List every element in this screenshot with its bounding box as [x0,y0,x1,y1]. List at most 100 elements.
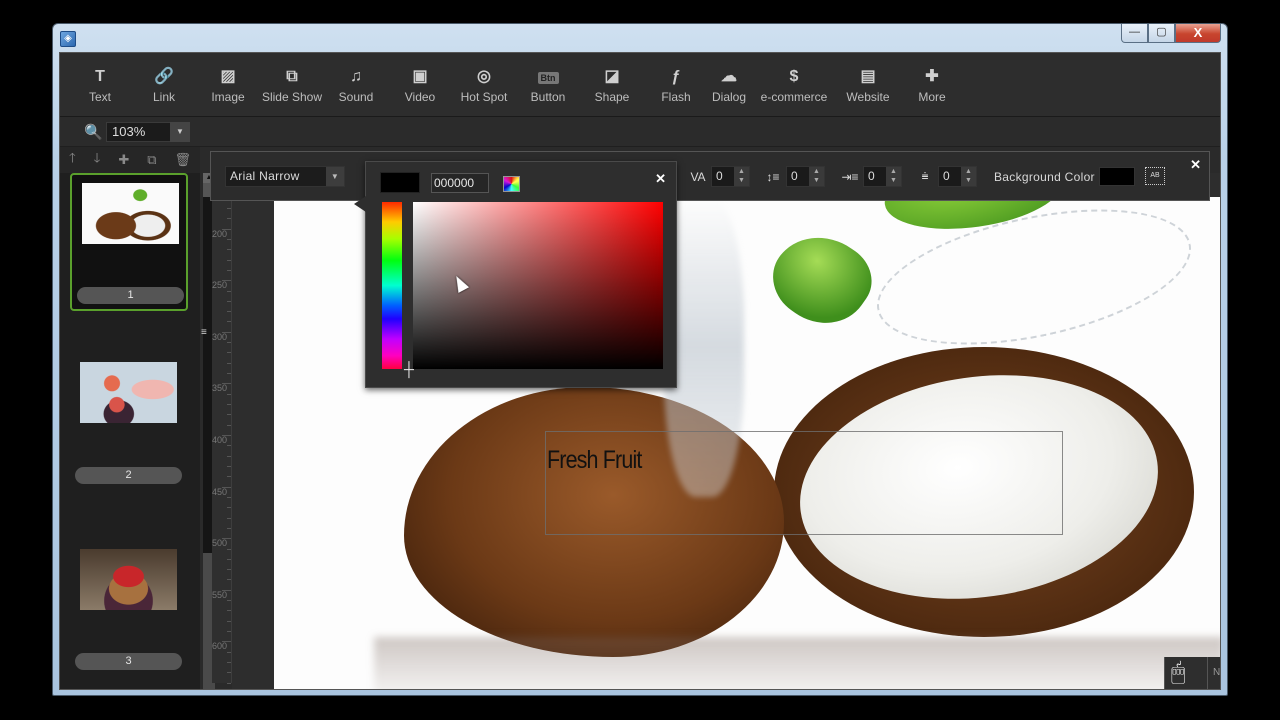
close-toolbar-icon[interactable]: ✕ [1190,157,1201,173]
saturation-value-field[interactable] [413,202,663,369]
color-crosshair-icon[interactable]: ┼ [404,362,414,376]
ruler-tick [222,589,231,591]
ribbon-more-button[interactable]: ✚ More [892,53,972,117]
ruler-tick [227,672,231,674]
hex-color-input[interactable]: 000000 [431,173,489,193]
move-down-icon[interactable]: 🡓 [94,149,101,171]
slide-number-label: 1 [77,287,184,304]
ruler-tick [222,641,231,643]
ruler-tick [222,331,231,333]
ruler-tick [227,610,231,612]
ruler-tick [227,414,231,416]
slide-1-image [82,183,179,244]
ruler-label: 200 [212,228,228,239]
ribbon-item-label: Text [88,90,111,104]
stepper-buttons[interactable]: ▲ ▼ [734,167,749,186]
ruler-tick [227,507,231,509]
stepper-down-icon[interactable]: ▼ [961,176,976,185]
textbox-fit-icon[interactable]: AB [1145,167,1165,185]
ribbon-item-label: Button [530,90,566,104]
ruler-tick [222,280,231,282]
stepper-up-icon[interactable]: ▲ [886,167,901,176]
line-spacing-input[interactable]: 0 ▲ ▼ [786,166,825,187]
add-slide-icon[interactable]: ✚ [118,152,129,168]
slide-thumbnail-2[interactable]: 2 [70,347,188,487]
ruler-tick [227,579,231,581]
ribbon-item-label: Image [211,90,245,104]
link-icon: 🔗 [154,68,174,85]
ruler-tick [227,393,231,395]
close-picker-icon[interactable]: ✕ [655,171,666,187]
text-box[interactable]: Fresh Fruit [545,431,1063,535]
maximize-button[interactable]: ▢ [1148,24,1175,43]
stepper-up-icon[interactable]: ▲ [961,167,976,176]
slide-number-label: 2 [75,467,182,484]
stepper-up-icon[interactable]: ▲ [734,167,749,176]
window-controls: — ▢ X [1121,24,1221,44]
zoom-bar: 🔍 103% ▼ [60,117,1220,147]
ruler-label: 450 [212,486,228,497]
ribbon-e-commerce-button[interactable]: $ e-commerce [754,53,834,117]
chevron-down-icon[interactable]: ▼ [326,167,344,186]
color-picker-popover: 000000 ✕ ┼ [354,161,677,388]
hue-slider[interactable] [382,202,402,369]
stepper-up-icon[interactable]: ▲ [809,167,824,176]
delete-icon[interactable]: 🗑 [174,152,191,168]
stepper-down-icon[interactable]: ▼ [734,176,749,185]
stepper-buttons[interactable]: ▲ ▼ [809,167,824,186]
ribbon-item-label: Link [152,90,175,104]
text-icon: T [95,68,105,85]
divider [1207,657,1208,689]
slideshow-icon: ⧉ [286,68,298,85]
stepper-down-icon[interactable]: ▼ [809,176,824,185]
ruler-tick [227,527,231,529]
paragraph-spacing-control: ⩧ 0 ▲ ▼ [916,166,977,187]
color-spectrum-icon[interactable] [503,176,520,192]
stepper-down-icon[interactable]: ▼ [886,176,901,185]
flash-icon: ƒ [671,68,681,85]
ruler-tick [227,569,231,571]
font-family-select[interactable]: Arial Narrow ▼ [225,166,345,187]
ribbon-item-label: Slide Show [261,90,323,104]
stepper-buttons[interactable]: ▲ ▼ [961,167,976,186]
ruler-tick [227,662,231,663]
background-color-swatch[interactable] [1099,167,1135,186]
ruler-tick [227,207,231,209]
indent-input[interactable]: 0 ▲ ▼ [863,166,902,187]
ruler-tick [227,373,231,374]
ruler-tick [227,300,231,302]
paragraph-spacing-input[interactable]: 0 ▲ ▼ [938,166,977,187]
close-window-button[interactable]: X [1175,24,1221,43]
duplicate-icon[interactable]: ⧉ [147,152,156,168]
panel-resize-grip-icon[interactable]: ≡ [201,328,207,338]
minimize-button[interactable]: — [1121,24,1148,43]
zoom-dropdown-button[interactable]: ▼ [170,122,190,142]
ruler-tick [227,631,231,632]
preview-tool[interactable]: 🖱 N [1164,657,1220,689]
button-icon: Btn [537,66,559,88]
ribbon-item-label: Website [846,90,890,104]
shape-icon: ◪ [604,68,620,85]
letter-spacing-input[interactable]: 0 ▲ ▼ [711,166,750,187]
mouse-icon[interactable]: 🖱 [1171,658,1185,688]
slide-thumbnail-3[interactable]: 3 [70,537,188,677]
ruler-tick [222,228,231,230]
indent-control: ⇥≡ 0 ▲ ▼ [841,166,902,187]
ribbon-item-label: Dialog [711,90,747,104]
dollar-icon: $ [789,68,799,85]
text-box-content[interactable]: Fresh Fruit [547,446,642,475]
ruler-label: 550 [212,589,228,600]
ruler-tick [227,238,231,240]
move-up-icon[interactable]: 🡑 [69,149,76,171]
photo-reflection [374,637,1220,689]
indent-icon: ⇥≡ [841,169,859,184]
ruler-tick [227,455,231,457]
ruler-tick [227,600,231,602]
ruler-tick [227,424,231,426]
ruler-tick [227,620,231,622]
slide-number-label: 3 [75,653,182,670]
ruler-label: 350 [212,383,228,394]
ruler-tick [227,259,231,261]
slide-thumbnail-1[interactable]: 1 [70,173,188,311]
stepper-buttons[interactable]: ▲ ▼ [886,167,901,186]
